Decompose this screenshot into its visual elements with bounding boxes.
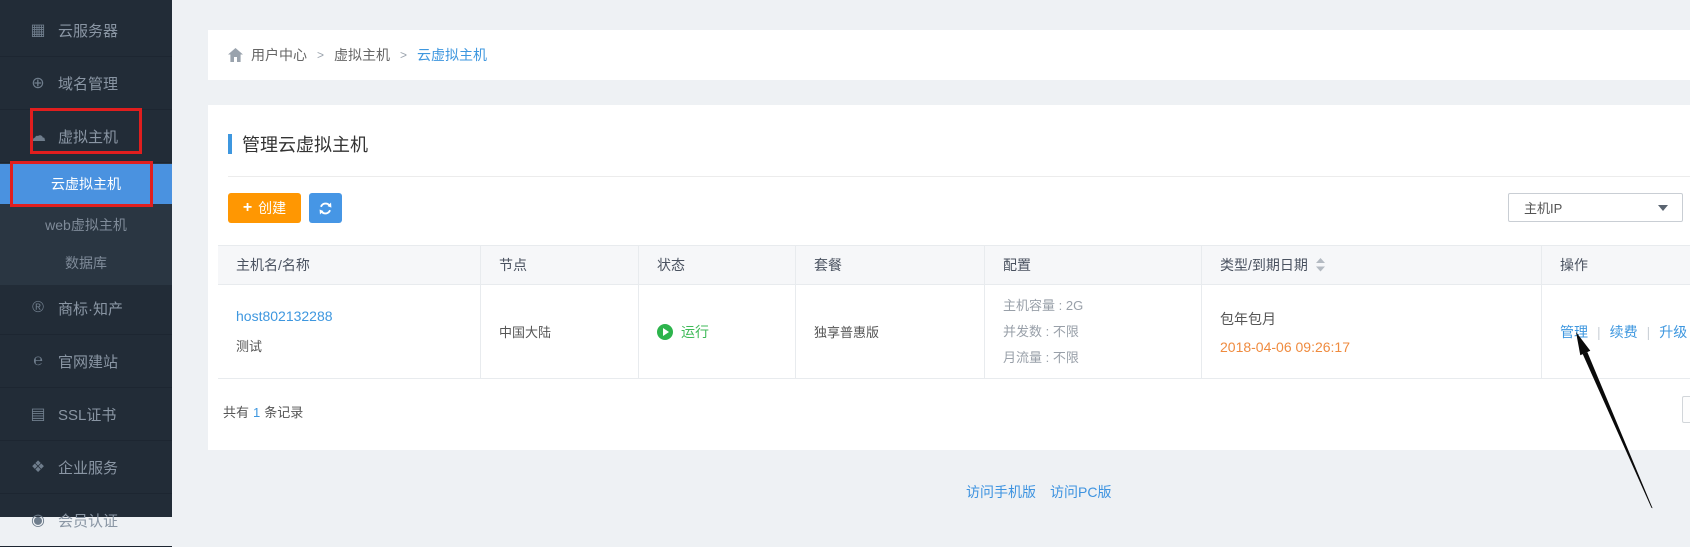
filter-select-value: 主机IP [1524, 198, 1562, 217]
breadcrumb-cloud-virtual-host[interactable]: 云虚拟主机 [417, 45, 487, 65]
page-title: 管理云虚拟主机 [242, 131, 368, 157]
plus-icon: + [243, 199, 252, 217]
sidebar-item-label: 企业服务 [58, 457, 118, 478]
sidebar-item-label: 云服务器 [58, 20, 118, 41]
header-host-name: 主机名/名称 [218, 246, 480, 284]
cell-node: 中国大陆 [480, 285, 638, 378]
header-plan: 套餐 [795, 246, 984, 284]
mobile-version-link[interactable]: 访问手机版 [966, 482, 1036, 502]
submenu-item-label: 云虚拟主机 [51, 174, 121, 194]
breadcrumb-separator: > [400, 48, 407, 62]
enterprise-service-icon: ❖ [26, 457, 50, 477]
cell-type-expire: 包年包月 2018-04-06 09:26:17 [1201, 285, 1541, 378]
host-ip-filter-select[interactable]: 主机IP [1508, 193, 1683, 222]
manage-link[interactable]: 管理 [1560, 322, 1588, 342]
breadcrumb-user-center[interactable]: 用户中心 [251, 45, 307, 65]
running-status-icon [657, 324, 673, 340]
sidebar-item-domain[interactable]: ⊕ 域名管理 [0, 57, 172, 110]
sidebar-item-cloud-server[interactable]: ▦ 云服务器 [0, 4, 172, 57]
globe-icon: ⊕ [26, 73, 50, 93]
cloud-host-icon: ☁ [26, 126, 50, 146]
sidebar-item-enterprise[interactable]: ❖ 企业服务 [0, 441, 172, 494]
hosts-table: 主机名/名称 节点 状态 套餐 配置 类型/到期日期 操作 host802132… [218, 245, 1690, 379]
submenu-item-label: 数据库 [65, 253, 107, 273]
host-alias: 测试 [236, 336, 333, 355]
record-summary: 共有1条记录 [223, 402, 303, 421]
sidebar-item-label: 域名管理 [58, 73, 118, 94]
sidebar-item-virtual-host[interactable]: ☁ 虚拟主机 [0, 110, 172, 163]
sidebar: ▦ 云服务器 ⊕ 域名管理 ☁ 虚拟主机 云虚拟主机 web虚拟主机 数据库 ®… [0, 0, 172, 517]
config-traffic: 月流量 : 不限 [1003, 345, 1083, 371]
header-status: 状态 [638, 246, 795, 284]
chevron-down-icon [1658, 205, 1668, 211]
website-icon: ℮ [26, 352, 50, 370]
ssl-certificate-icon: ▤ [26, 404, 50, 424]
submenu-item-label: web虚拟主机 [45, 215, 127, 235]
title-accent-bar [228, 134, 232, 154]
sidebar-item-label: 官网建站 [58, 351, 118, 372]
action-separator: | [1597, 324, 1601, 340]
cell-config: 主机容量 : 2G 并发数 : 不限 月流量 : 不限 [984, 285, 1201, 378]
pc-version-link[interactable]: 访问PC版 [1050, 482, 1111, 502]
sidebar-item-website-builder[interactable]: ℮ 官网建站 [0, 335, 172, 388]
title-divider [228, 176, 1690, 177]
host-id-link[interactable]: host802132288 [236, 308, 333, 324]
action-separator: | [1647, 324, 1651, 340]
sidebar-item-label: SSL证书 [58, 404, 116, 425]
upgrade-link[interactable]: 升级 [1659, 322, 1687, 342]
config-capacity: 主机容量 : 2G [1003, 293, 1083, 319]
submenu-item-database[interactable]: 数据库 [0, 243, 172, 283]
header-actions: 操作 [1541, 246, 1690, 284]
submenu-item-cloud-virtual-host[interactable]: 云虚拟主机 [0, 164, 172, 204]
sidebar-item-trademark[interactable]: ® 商标·知产 [0, 282, 172, 335]
cell-status: 运行 [638, 285, 795, 378]
breadcrumb-separator: > [317, 48, 324, 62]
table-header-row: 主机名/名称 节点 状态 套餐 配置 类型/到期日期 操作 [218, 245, 1690, 285]
create-button-label: 创建 [258, 198, 286, 218]
table-row: host802132288 测试 中国大陆 运行 独享普惠版 主机容量 : 2G [218, 285, 1690, 379]
header-node: 节点 [480, 246, 638, 284]
config-concurrency: 并发数 : 不限 [1003, 319, 1083, 345]
server-icon: ▦ [26, 20, 50, 40]
billing-type: 包年包月 [1220, 309, 1350, 329]
cell-plan: 独享普惠版 [795, 285, 984, 378]
sort-icon[interactable] [1316, 258, 1325, 272]
footer-links: 访问手机版 访问PC版 [966, 482, 1125, 502]
pagination-button[interactable] [1682, 396, 1690, 423]
breadcrumb: 用户中心 > 虚拟主机 > 云虚拟主机 [208, 30, 1690, 80]
refresh-button[interactable] [309, 193, 342, 223]
page-title-row: 管理云虚拟主机 [228, 131, 368, 157]
member-icon: ◉ [26, 510, 50, 530]
sidebar-item-member[interactable]: ◉ 会员认证 [0, 494, 172, 547]
home-icon [228, 48, 243, 62]
renew-link[interactable]: 续费 [1610, 322, 1638, 342]
submenu-item-web-virtual-host[interactable]: web虚拟主机 [0, 205, 172, 245]
sidebar-item-label: 会员认证 [58, 510, 118, 531]
header-type-expire: 类型/到期日期 [1201, 246, 1541, 284]
main-card: 管理云虚拟主机 + 创建 主机IP 主机名/名称 节点 状态 套餐 [208, 105, 1690, 450]
trademark-icon: ® [26, 299, 50, 317]
header-config: 配置 [984, 246, 1201, 284]
virtual-host-submenu: 云虚拟主机 web虚拟主机 数据库 [0, 163, 172, 285]
breadcrumb-virtual-host[interactable]: 虚拟主机 [334, 45, 390, 65]
record-count: 1 [253, 405, 260, 420]
cell-actions: 管理 | 续费 | 升级 [1541, 285, 1690, 378]
cell-host-name: host802132288 测试 [218, 285, 480, 378]
sidebar-item-ssl[interactable]: ▤ SSL证书 [0, 388, 172, 441]
create-button[interactable]: + 创建 [228, 193, 301, 223]
expire-date: 2018-04-06 09:26:17 [1220, 339, 1350, 355]
refresh-icon [318, 201, 333, 216]
sidebar-item-label: 虚拟主机 [58, 126, 118, 147]
sidebar-item-label: 商标·知产 [58, 298, 123, 319]
status-text: 运行 [681, 322, 709, 342]
